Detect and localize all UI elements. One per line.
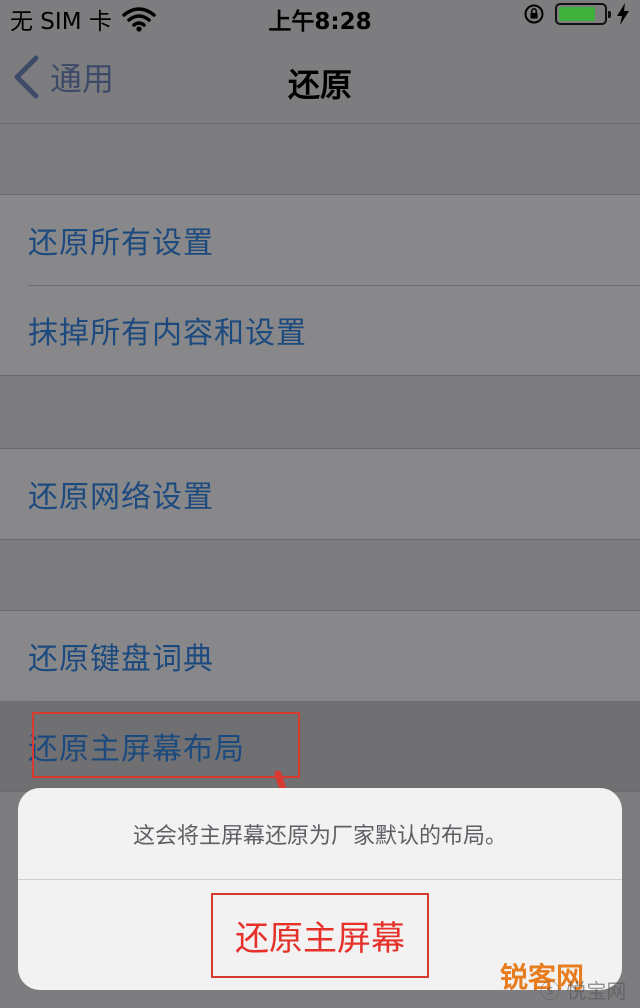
cell-reset-keyboard-dictionary[interactable]: 还原键盘词典	[0, 611, 640, 701]
cell-label: 还原键盘词典	[28, 642, 214, 677]
settings-group-reset-all: 还原所有设置 抹掉所有内容和设置	[0, 194, 640, 376]
watermark-subtext: ⓢ 悦宝网客	[540, 979, 627, 1003]
page-title: 还原	[287, 66, 352, 104]
cell-label: 还原所有设置	[28, 226, 214, 261]
settings-group-network: 还原网络设置	[0, 448, 640, 540]
battery-icon	[555, 3, 611, 25]
charging-bolt-icon	[617, 3, 629, 25]
screen: 无 SIM 卡 上午8:28 通用 还原 还原所有设置 抹掉所有内容和设置 还原…	[0, 0, 640, 1008]
battery-fill	[559, 7, 596, 21]
cell-erase-all-content[interactable]: 抹掉所有内容和设置	[0, 285, 640, 375]
cell-reset-all-settings[interactable]: 还原所有设置	[0, 195, 640, 285]
status-right	[523, 3, 630, 25]
cell-label: 还原网络设置	[28, 480, 214, 515]
reset-home-screen-label: 还原主屏幕	[211, 892, 429, 978]
navigation-bar: 通用 还原	[0, 34, 640, 124]
cell-reset-network-settings[interactable]: 还原网络设置	[0, 449, 640, 539]
rotation-lock-icon	[524, 4, 544, 24]
cell-label: 抹掉所有内容和设置	[28, 316, 307, 351]
annotation-highlight-box	[32, 712, 300, 778]
status-bar: 无 SIM 卡 上午8:28	[0, 0, 640, 35]
battery-tip	[608, 11, 611, 18]
action-sheet-message: 这会将主屏幕还原为厂家默认的布局。	[18, 788, 622, 880]
